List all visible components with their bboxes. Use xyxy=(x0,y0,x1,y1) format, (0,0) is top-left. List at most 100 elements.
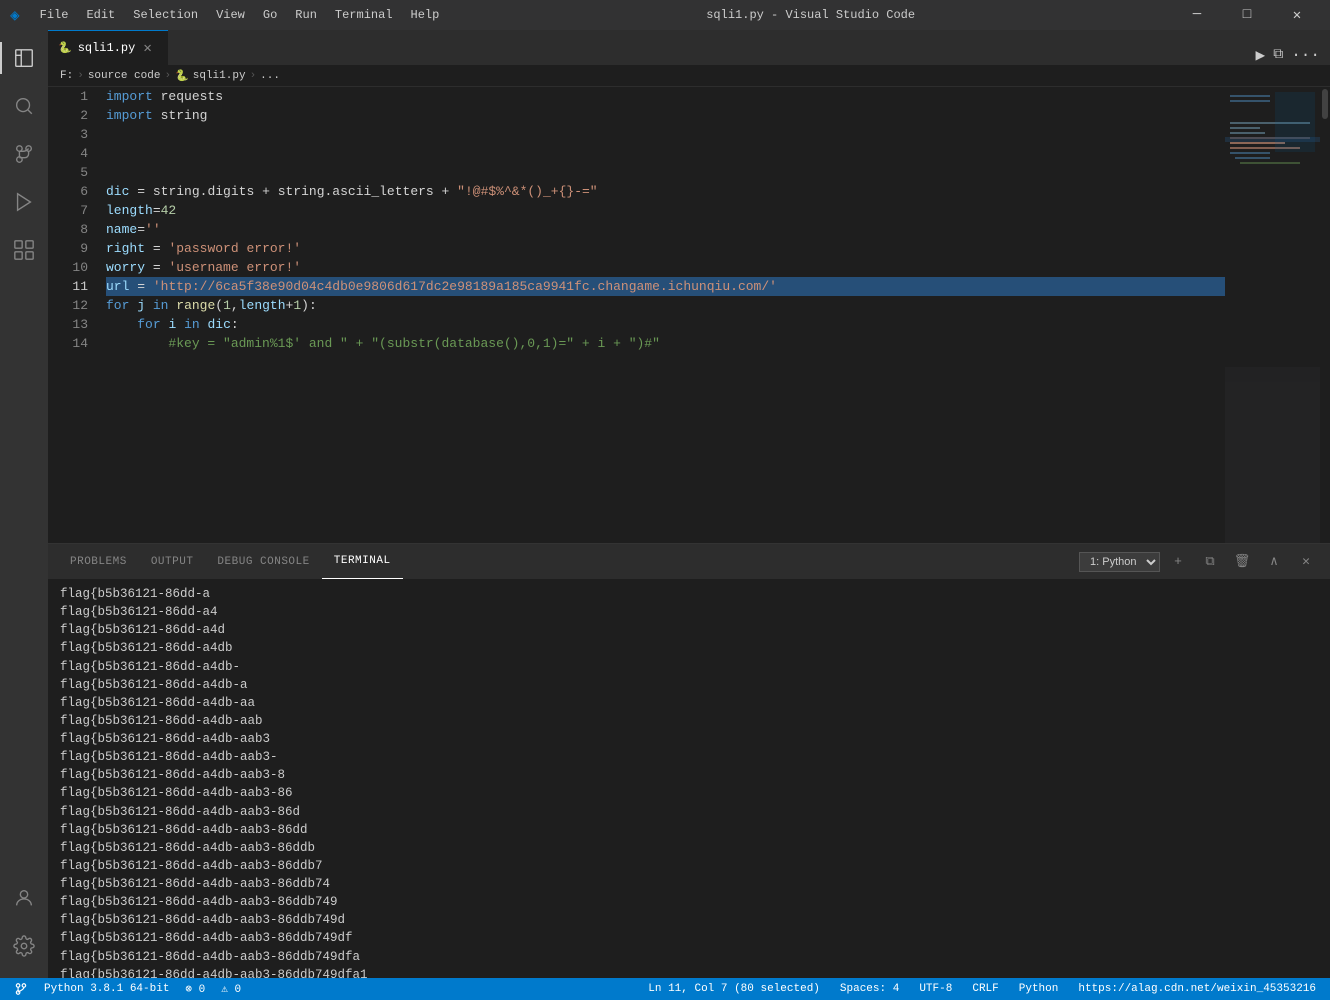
panel-collapse-button[interactable]: ∧ xyxy=(1260,548,1288,576)
line-numbers: 1 2 3 4 5 6 7 8 9 10 11 12 13 14 xyxy=(48,87,98,543)
activity-explorer[interactable] xyxy=(0,34,48,82)
menu-run[interactable]: Run xyxy=(287,6,325,24)
menu-help[interactable]: Help xyxy=(403,6,448,24)
terminal-selector[interactable]: 1: Python xyxy=(1079,552,1160,572)
panel-tabs: PROBLEMS OUTPUT DEBUG CONSOLE TERMINAL 1… xyxy=(48,544,1330,579)
activity-settings[interactable] xyxy=(0,922,48,970)
terminal-line-6: flag{b5b36121-86dd-a4db-a xyxy=(60,676,1318,694)
code-line-1: import requests xyxy=(106,87,1225,106)
vertical-scrollbar[interactable] xyxy=(1320,87,1330,543)
activity-account[interactable] xyxy=(0,874,48,922)
status-warnings[interactable]: ⚠ 0 xyxy=(217,982,245,996)
content-area: 🐍 sqli1.py ✕ ▶ ⧉ ··· F: › source code › … xyxy=(48,30,1330,978)
new-terminal-button[interactable]: + xyxy=(1164,548,1192,576)
terminal-line-5: flag{b5b36121-86dd-a4db- xyxy=(60,658,1318,676)
title-bar: ◈ File Edit Selection View Go Run Termin… xyxy=(0,0,1330,30)
menu-go[interactable]: Go xyxy=(255,6,285,24)
status-right: Ln 11, Col 7 (80 selected) Spaces: 4 UTF… xyxy=(644,983,1320,995)
code-line-7: length=42 xyxy=(106,201,1225,220)
activity-search[interactable] xyxy=(0,82,48,130)
split-editor-button[interactable]: ⧉ xyxy=(1273,47,1283,63)
vscode-logo: ◈ xyxy=(10,5,20,25)
menu-terminal[interactable]: Terminal xyxy=(327,6,401,24)
minimap xyxy=(1225,87,1320,543)
terminal-line-3: flag{b5b36121-86dd-a4d xyxy=(60,621,1318,639)
terminal-line-22: flag{b5b36121-86dd-a4db-aab3-86ddb749dfa… xyxy=(60,966,1318,978)
panel-area: PROBLEMS OUTPUT DEBUG CONSOLE TERMINAL 1… xyxy=(48,543,1330,978)
window-controls: ─ □ ✕ xyxy=(1174,0,1320,30)
activity-run-debug[interactable] xyxy=(0,178,48,226)
terminal-line-20: flag{b5b36121-86dd-a4db-aab3-86ddb749df xyxy=(60,929,1318,947)
status-language[interactable]: Python xyxy=(1015,983,1063,995)
code-line-4 xyxy=(106,144,1225,163)
menu-view[interactable]: View xyxy=(208,6,253,24)
terminal-content[interactable]: flag{b5b36121-86dd-a flag{b5b36121-86dd-… xyxy=(48,579,1330,978)
breadcrumb-drive[interactable]: F: xyxy=(60,70,73,82)
activity-extensions[interactable] xyxy=(0,226,48,274)
tab-terminal[interactable]: TERMINAL xyxy=(322,544,403,579)
window-title: sqli1.py - Visual Studio Code xyxy=(706,8,915,22)
code-line-11: url = 'http://6ca5f38e90d04c4db0e9806d61… xyxy=(106,277,1225,296)
tab-sqli1py[interactable]: 🐍 sqli1.py ✕ xyxy=(48,30,168,65)
activity-bar xyxy=(0,30,48,978)
minimize-button[interactable]: ─ xyxy=(1174,0,1220,30)
terminal-line-10: flag{b5b36121-86dd-a4db-aab3- xyxy=(60,748,1318,766)
breadcrumb-file[interactable]: sqli1.py xyxy=(193,70,246,82)
code-editor[interactable]: import requests import string dic = stri… xyxy=(98,87,1225,543)
terminal-line-16: flag{b5b36121-86dd-a4db-aab3-86ddb7 xyxy=(60,857,1318,875)
tab-label: sqli1.py xyxy=(78,41,136,55)
terminal-line-1: flag{b5b36121-86dd-a xyxy=(60,585,1318,603)
status-errors[interactable]: ⊗ 0 xyxy=(181,982,209,996)
terminal-line-21: flag{b5b36121-86dd-a4db-aab3-86ddb749dfa xyxy=(60,948,1318,966)
run-button[interactable]: ▶ xyxy=(1256,45,1266,65)
status-position[interactable]: Ln 11, Col 7 (80 selected) xyxy=(644,983,824,995)
status-left: Python 3.8.1 64-bit ⊗ 0 ⚠ 0 xyxy=(10,982,245,996)
editor-area: 1 2 3 4 5 6 7 8 9 10 11 12 13 14 xyxy=(48,87,1330,543)
activity-source-control[interactable] xyxy=(0,130,48,178)
code-line-8: name='' xyxy=(106,220,1225,239)
code-line-10: worry = 'username error!' xyxy=(106,258,1225,277)
breadcrumb-folder[interactable]: source code xyxy=(88,70,161,82)
status-spaces[interactable]: Spaces: 4 xyxy=(836,983,903,995)
menu-edit[interactable]: Edit xyxy=(78,6,123,24)
terminal-line-8: flag{b5b36121-86dd-a4db-aab xyxy=(60,712,1318,730)
terminal-line-19: flag{b5b36121-86dd-a4db-aab3-86ddb749d xyxy=(60,911,1318,929)
code-line-5 xyxy=(106,163,1225,182)
panel-close-button[interactable]: ✕ xyxy=(1292,548,1320,576)
tab-debug-console[interactable]: DEBUG CONSOLE xyxy=(205,544,321,579)
status-link[interactable]: https://alag.cdn.net/weixin_45353216 xyxy=(1074,983,1320,995)
code-line-14: #key = "admin%1$' and " + "(substr(datab… xyxy=(106,334,1225,353)
breadcrumb-file-icon: 🐍 xyxy=(175,69,189,83)
tab-bar: 🐍 sqli1.py ✕ ▶ ⧉ ··· xyxy=(48,30,1330,65)
tab-close-button[interactable]: ✕ xyxy=(141,40,153,57)
terminal-line-11: flag{b5b36121-86dd-a4db-aab3-8 xyxy=(60,766,1318,784)
breadcrumb: F: › source code › 🐍 sqli1.py › ... xyxy=(48,65,1330,87)
tab-problems[interactable]: PROBLEMS xyxy=(58,544,139,579)
scrollbar-thumb[interactable] xyxy=(1322,89,1328,119)
tab-output[interactable]: OUTPUT xyxy=(139,544,206,579)
title-bar-left: ◈ File Edit Selection View Go Run Termin… xyxy=(10,5,447,25)
status-line-ending[interactable]: CRLF xyxy=(968,983,1002,995)
code-line-13: for i in dic: xyxy=(106,315,1225,334)
more-actions-button[interactable]: ··· xyxy=(1291,46,1320,64)
split-terminal-button[interactable]: ⧉ xyxy=(1196,548,1224,576)
maximize-button[interactable]: □ xyxy=(1224,0,1270,30)
close-button[interactable]: ✕ xyxy=(1274,0,1320,30)
breadcrumb-symbol[interactable]: ... xyxy=(260,70,280,82)
kill-terminal-button[interactable]: 🗑 xyxy=(1228,548,1256,576)
terminal-line-18: flag{b5b36121-86dd-a4db-aab3-86ddb749 xyxy=(60,893,1318,911)
code-line-3 xyxy=(106,125,1225,144)
terminal-line-14: flag{b5b36121-86dd-a4db-aab3-86dd xyxy=(60,821,1318,839)
terminal-line-9: flag{b5b36121-86dd-a4db-aab3 xyxy=(60,730,1318,748)
status-bar: Python 3.8.1 64-bit ⊗ 0 ⚠ 0 Ln 11, Col 7… xyxy=(0,978,1330,1000)
status-branch[interactable] xyxy=(10,982,32,996)
terminal-line-15: flag{b5b36121-86dd-a4db-aab3-86ddb xyxy=(60,839,1318,857)
status-encoding[interactable]: UTF-8 xyxy=(915,983,956,995)
main-layout: 🐍 sqli1.py ✕ ▶ ⧉ ··· F: › source code › … xyxy=(0,30,1330,978)
menu-selection[interactable]: Selection xyxy=(125,6,206,24)
menu-file[interactable]: File xyxy=(32,6,77,24)
terminal-line-4: flag{b5b36121-86dd-a4db xyxy=(60,639,1318,657)
python-file-icon: 🐍 xyxy=(58,41,72,55)
status-python[interactable]: Python 3.8.1 64-bit xyxy=(40,983,173,995)
code-line-12: for j in range(1,length+1): xyxy=(106,296,1225,315)
